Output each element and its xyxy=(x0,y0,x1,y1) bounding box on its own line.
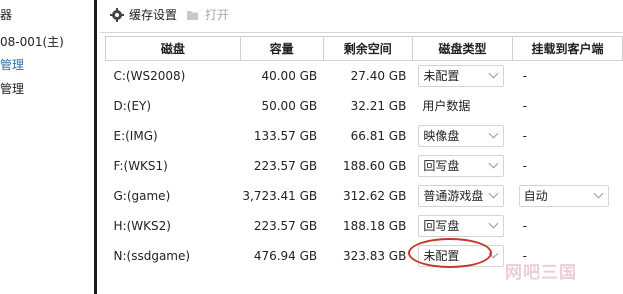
disk-type-select[interactable]: 回写盘 xyxy=(418,214,505,237)
mount-value: - xyxy=(522,98,527,113)
disk-name: H:(WKS2) xyxy=(113,218,171,233)
table-row[interactable]: G:(game) 3,723.41 GB 312.62 GB 普通游戏盘 自动 xyxy=(106,181,623,211)
chevron-down-icon xyxy=(488,158,499,169)
cache-settings-button[interactable]: 缓存设置 xyxy=(110,6,177,23)
mount-value: - xyxy=(522,128,527,143)
disk-free: 188.18 GB xyxy=(342,218,407,233)
col-header-free[interactable]: 剩余空间 xyxy=(322,36,413,61)
disk-name: F:(WKS1) xyxy=(113,158,168,173)
disk-capacity: 476.94 GB xyxy=(253,248,318,263)
mount-value: - xyxy=(522,218,527,233)
table-row[interactable]: H:(WKS2) 223.57 GB 188.18 GB 回写盘 - xyxy=(106,211,623,241)
disk-capacity: 223.57 GB xyxy=(253,158,318,173)
disk-capacity: 223.57 GB xyxy=(253,218,318,233)
mount-value: - xyxy=(522,68,527,83)
open-button[interactable]: 打开 xyxy=(186,6,229,23)
col-header-mount[interactable]: 挂载到客户端 xyxy=(512,36,623,61)
disk-type-value: 未配置 xyxy=(423,249,460,263)
disk-type-value: 回写盘 xyxy=(423,159,460,173)
disk-capacity: 133.57 GB xyxy=(253,128,318,143)
disk-type-value: 回写盘 xyxy=(423,219,460,233)
sidebar-item-server[interactable]: 器 xyxy=(0,6,12,23)
disk-type-select[interactable]: 映像盘 xyxy=(418,124,505,147)
disk-type-select[interactable]: 未配置 xyxy=(418,64,505,87)
disk-free: 188.60 GB xyxy=(342,158,407,173)
disk-free: 32.21 GB xyxy=(350,98,407,113)
table-row[interactable]: F:(WKS1) 223.57 GB 188.60 GB 回写盘 - xyxy=(106,151,623,181)
disk-capacity: 3,723.41 GB xyxy=(242,188,318,203)
open-label: 打开 xyxy=(205,8,230,22)
table-row[interactable]: C:(WS2008) 40.00 GB 27.40 GB 未配置 - xyxy=(106,61,623,91)
disk-capacity: 50.00 GB xyxy=(261,98,318,113)
disk-capacity: 40.00 GB xyxy=(261,68,318,83)
chevron-down-icon xyxy=(488,128,499,139)
sidebar-item-manage[interactable]: 管理 xyxy=(0,80,24,97)
disk-name: G:(game) xyxy=(113,188,171,203)
table-header-row: 磁盘 容量 剩余空间 磁盘类型 挂载到客户端 xyxy=(105,36,623,61)
disk-name: C:(WS2008) xyxy=(113,68,186,83)
disk-name: D:(EY) xyxy=(113,98,152,113)
sidebar-item-server-main[interactable]: 08-001(主) xyxy=(0,33,64,50)
folder-icon xyxy=(186,8,200,22)
chevron-down-icon xyxy=(593,188,604,199)
disk-type-select[interactable]: 未配置 xyxy=(418,244,505,267)
disk-type-value: 映像盘 xyxy=(423,129,460,143)
disk-table: 磁盘 容量 剩余空间 磁盘类型 挂载到客户端 C:(WS2008) 40.00 … xyxy=(105,36,623,271)
disk-table-panel: 磁盘 容量 剩余空间 磁盘类型 挂载到客户端 C:(WS2008) 40.00 … xyxy=(100,32,623,294)
table-row[interactable]: E:(IMG) 133.57 GB 66.81 GB 映像盘 - xyxy=(106,121,623,151)
cache-settings-label: 缓存设置 xyxy=(129,8,178,22)
chevron-down-icon xyxy=(488,218,499,229)
toolbar: 缓存设置 打开 xyxy=(100,0,623,32)
mount-select-value: 自动 xyxy=(523,189,548,203)
disk-name: E:(IMG) xyxy=(113,128,158,143)
disk-type-select[interactable]: 回写盘 xyxy=(418,154,505,177)
disk-type-value: 未配置 xyxy=(423,69,460,84)
mount-select[interactable]: 自动 xyxy=(518,184,609,207)
disk-free: 312.62 GB xyxy=(342,188,407,203)
watermark: 网吧三国 xyxy=(505,263,577,283)
gear-icon xyxy=(110,7,124,22)
disk-name: N:(ssdgame) xyxy=(113,248,191,263)
col-header-type[interactable]: 磁盘类型 xyxy=(411,36,514,61)
chevron-down-icon xyxy=(488,188,499,199)
chevron-down-icon xyxy=(488,248,499,259)
disk-type-select[interactable]: 普通游戏盘 xyxy=(418,184,505,207)
col-header-disk[interactable]: 磁盘 xyxy=(105,36,241,61)
disk-type-static: 用户数据 xyxy=(422,99,471,113)
disk-free: 27.40 GB xyxy=(350,68,407,83)
mount-value: - xyxy=(522,158,527,173)
disk-free: 323.83 GB xyxy=(342,248,407,263)
disk-type-value: 普通游戏盘 xyxy=(423,189,484,203)
table-row[interactable]: D:(EY) 50.00 GB 32.21 GB 用户数据 - xyxy=(106,91,623,121)
disk-free: 66.81 GB xyxy=(350,128,407,143)
col-header-capacity[interactable]: 容量 xyxy=(239,36,324,61)
chevron-down-icon xyxy=(488,68,499,79)
sidebar: 器 08-001(主) 管理 管理 xyxy=(0,0,97,294)
sidebar-item-manage-selected[interactable]: 管理 xyxy=(0,56,24,73)
